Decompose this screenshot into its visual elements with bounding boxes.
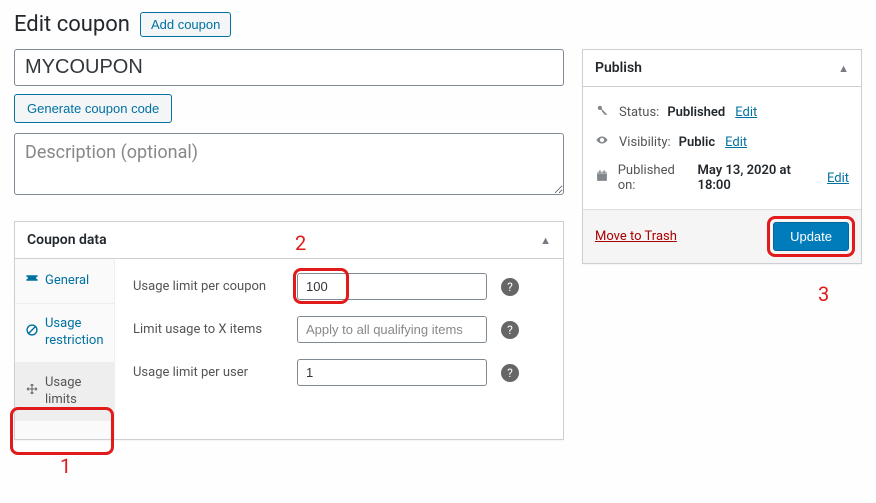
tab-usage-limits-label: Usage limits	[45, 375, 104, 409]
help-icon[interactable]: ?	[501, 321, 519, 339]
add-coupon-button[interactable]: Add coupon	[140, 12, 231, 37]
limit-x-items-label: Limit usage to X items	[133, 322, 283, 337]
published-on-value: May 13, 2020 at 18:00	[698, 163, 817, 193]
limit-per-coupon-label: Usage limit per coupon	[133, 279, 283, 294]
help-icon[interactable]: ?	[501, 364, 519, 382]
publish-title: Publish	[595, 60, 642, 76]
published-on-label: Published on:	[618, 163, 690, 193]
published-on-edit-link[interactable]: Edit	[827, 171, 849, 186]
status-label: Status:	[619, 105, 659, 120]
annotation-number-1: 1	[60, 454, 610, 478]
ticket-icon	[25, 271, 39, 291]
coupon-data-title: Coupon data	[27, 232, 107, 248]
tab-usage-restriction-label: Usage restriction	[45, 316, 104, 350]
publish-box: Publish ▲ Status: Published Edit Visibil…	[582, 49, 862, 264]
tab-general[interactable]: General	[15, 259, 114, 304]
status-value: Published	[667, 105, 725, 120]
coupon-data-header[interactable]: Coupon data ▲	[15, 222, 563, 259]
move-to-trash-link[interactable]: Move to Trash	[595, 229, 677, 244]
coupon-code-input[interactable]	[14, 49, 564, 86]
status-edit-link[interactable]: Edit	[735, 105, 757, 120]
page-title: Edit coupon	[14, 12, 130, 37]
generate-code-button[interactable]: Generate coupon code	[14, 94, 172, 123]
calendar-icon	[595, 169, 610, 187]
tab-usage-limits[interactable]: Usage limits	[15, 363, 114, 422]
update-button[interactable]: Update	[773, 222, 849, 251]
eye-icon	[595, 133, 611, 151]
limit-per-coupon-input[interactable]	[297, 273, 487, 300]
no-icon	[25, 323, 39, 343]
move-icon	[25, 382, 39, 402]
collapse-icon[interactable]: ▲	[838, 62, 849, 75]
annotation-number-3: 3	[818, 282, 876, 306]
help-icon[interactable]: ?	[501, 278, 519, 296]
publish-header[interactable]: Publish ▲	[583, 50, 861, 87]
visibility-edit-link[interactable]: Edit	[725, 135, 747, 150]
description-textarea[interactable]	[14, 133, 564, 195]
collapse-icon[interactable]: ▲	[540, 234, 551, 247]
limit-per-user-input[interactable]	[297, 359, 487, 386]
tab-general-label: General	[45, 273, 104, 290]
visibility-label: Visibility:	[619, 135, 671, 150]
limit-per-user-label: Usage limit per user	[133, 365, 283, 380]
tab-usage-restriction[interactable]: Usage restriction	[15, 304, 114, 363]
visibility-value: Public	[679, 135, 715, 150]
limit-x-items-input[interactable]	[297, 316, 487, 343]
key-icon	[595, 103, 611, 121]
coupon-data-box: Coupon data ▲ General Usage re	[14, 221, 564, 440]
